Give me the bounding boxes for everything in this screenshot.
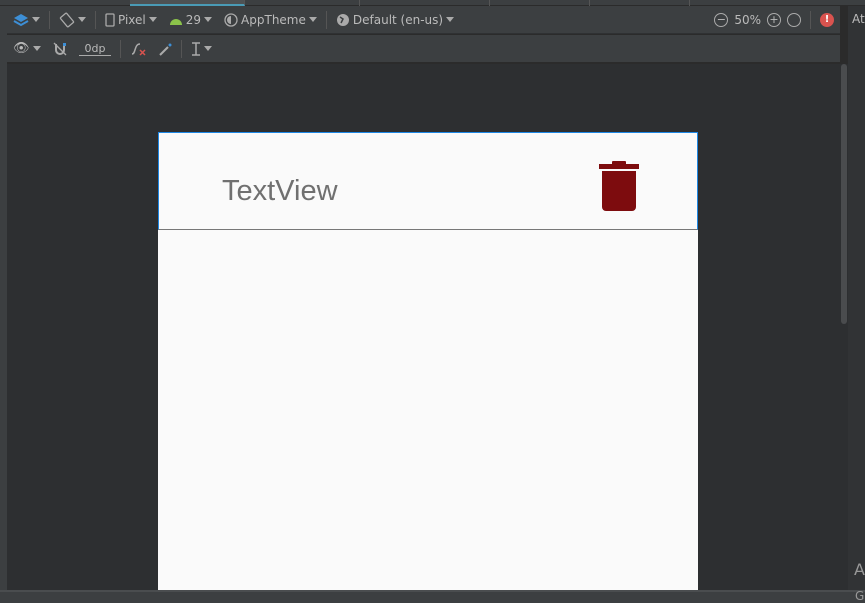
textview[interactable]: TextView xyxy=(222,175,338,208)
view-options-button[interactable]: 👁 xyxy=(7,41,47,56)
design-toolbar: Pixel 29 AppTheme Default (en-us) − 50% … xyxy=(7,6,840,34)
theme-select[interactable]: AppTheme xyxy=(218,13,323,27)
zoom-in-icon[interactable]: + xyxy=(767,12,781,27)
zoom-level: 50% xyxy=(734,12,761,27)
default-margin[interactable]: 0dp xyxy=(73,42,118,56)
clear-constraints-button[interactable] xyxy=(124,42,152,56)
device-label: Pixel xyxy=(118,12,146,27)
theme-label: AppTheme xyxy=(241,12,306,27)
trash-icon[interactable] xyxy=(599,161,639,213)
clear-constraints-icon xyxy=(132,42,147,56)
eye-icon: 👁 xyxy=(13,41,30,56)
zoom-out-icon[interactable]: − xyxy=(714,12,729,27)
right-panel: At At xyxy=(848,6,865,596)
list-item-layout[interactable]: TextView xyxy=(158,132,698,230)
rotate-icon xyxy=(59,12,75,27)
layers-icon xyxy=(13,13,29,26)
panel-label-a: At xyxy=(854,560,865,579)
orientation-button[interactable] xyxy=(53,12,92,28)
locale-label: Default (en-us) xyxy=(352,12,444,27)
infer-constraints-button[interactable] xyxy=(152,42,178,56)
theme-icon xyxy=(224,12,238,27)
magic-wand-icon xyxy=(159,43,172,56)
margin-value: 0dp xyxy=(78,42,112,56)
api-label: 29 xyxy=(185,12,202,27)
error-icon[interactable]: ! xyxy=(820,12,834,27)
device-select[interactable]: Pixel xyxy=(99,13,163,27)
phone-icon xyxy=(105,12,115,27)
layout-toolbar: 👁 0dp xyxy=(7,35,840,63)
magnet-off-icon xyxy=(53,42,66,55)
autoconnect-toggle[interactable] xyxy=(47,42,73,56)
bottom-bar: G xyxy=(0,589,865,603)
globe-icon xyxy=(336,13,349,26)
device-preview[interactable]: TextView xyxy=(158,132,698,590)
attributes-label[interactable]: At xyxy=(852,12,865,26)
layers-button[interactable] xyxy=(7,13,46,27)
guideline-icon xyxy=(192,41,201,56)
android-icon xyxy=(169,18,182,25)
api-select[interactable]: 29 xyxy=(163,13,218,27)
locale-select[interactable]: Default (en-us) xyxy=(330,13,460,27)
zoom-fit-icon[interactable] xyxy=(787,12,801,27)
scrollbar-thumb[interactable] xyxy=(841,64,847,324)
panel-label-g: G xyxy=(855,589,865,603)
left-strip xyxy=(0,6,7,596)
guidelines-button[interactable] xyxy=(185,41,218,56)
vertical-scrollbar[interactable] xyxy=(840,64,848,590)
